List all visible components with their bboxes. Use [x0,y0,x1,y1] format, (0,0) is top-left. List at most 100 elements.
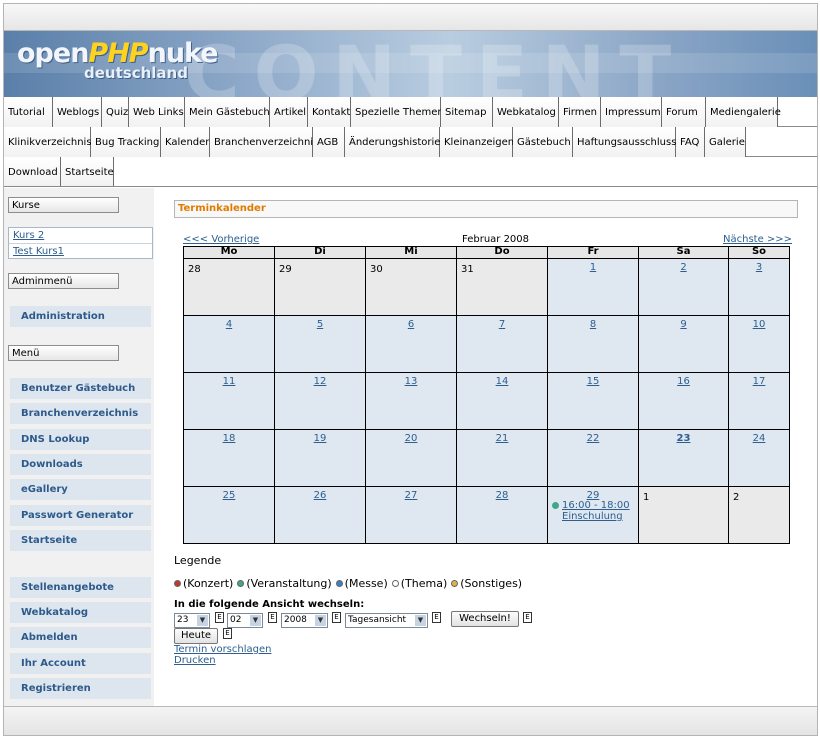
kurse-block-title[interactable]: Kurse [8,197,119,213]
calendar-day-cell[interactable]: 8 [548,316,638,372]
nav-link[interactable]: Kleinanzeigen [440,127,514,157]
event-time[interactable]: 16:00 - 18:00 [562,500,630,511]
day-number[interactable]: 13 [366,376,456,387]
day-number[interactable]: 27 [366,490,456,501]
day-number[interactable]: 16 [639,376,728,387]
day-number[interactable]: 18 [184,433,274,444]
calendar-day-cell[interactable]: 6 [366,316,456,372]
prev-month-link[interactable]: <<< Vorherige [183,234,259,245]
day-number[interactable]: 11 [184,376,274,387]
nav-link[interactable]: Haftungsausschluss [573,127,676,157]
sidebar-link[interactable]: Registrieren [10,678,151,699]
calendar-day-cell[interactable]: 28 [184,259,274,315]
calendar-day-cell[interactable]: 9 [639,316,728,372]
nav-link[interactable]: Kontakt [308,97,351,127]
calendar-day-cell[interactable]: 17 [729,373,789,429]
calendar-day-cell[interactable]: 18 [184,430,274,486]
nav-link[interactable]: Bug Tracking [91,127,161,157]
sidebar-link[interactable]: Webkatalog [10,602,151,623]
day-number[interactable]: 12 [275,376,365,387]
nav-link[interactable]: Branchenverzeichnis [210,127,318,157]
nav-link[interactable]: Klinikverzeichnis [4,127,92,157]
nav-link[interactable]: Artikel [270,97,308,127]
calendar-day-cell[interactable]: 3 [729,259,789,315]
sidebar-link[interactable]: Downloads [10,454,151,475]
day-number[interactable]: 10 [729,319,789,330]
calendar-day-cell[interactable]: 20 [366,430,456,486]
day-number[interactable]: 24 [729,433,789,444]
nav-link[interactable]: Gästebuch [513,127,573,157]
nav-link[interactable]: Tutorial [4,97,53,127]
calendar-day-cell[interactable]: 27 [366,487,456,543]
calendar-day-cell[interactable]: 13 [366,373,456,429]
day-number[interactable]: 25 [184,490,274,501]
calendar-day-cell[interactable]: 2 [639,259,728,315]
day-number[interactable]: 23 [639,433,728,444]
day-number[interactable]: 17 [729,376,789,387]
calendar-day-cell[interactable]: 16 [639,373,728,429]
year-select[interactable]: 2008 ▼ [281,613,328,628]
day-number[interactable]: 15 [548,376,638,387]
site-logo[interactable]: openPHPnuke deutschland [17,40,219,81]
calendar-day-cell[interactable]: 25 [184,487,274,543]
calendar-day-cell[interactable]: 1 [639,487,728,543]
calendar-day-cell[interactable]: 2 [729,487,789,543]
next-month-link[interactable]: Nächste >>> [723,234,792,245]
nav-link[interactable]: Mediengalerie [706,97,781,127]
nav-link[interactable]: AGB [313,127,345,157]
calendar-day-cell[interactable]: 4 [184,316,274,372]
calendar-day-cell[interactable]: 29 [275,259,365,315]
sidebar-link[interactable]: Stellenangebote [10,577,151,598]
sidebar-link[interactable]: Ihr Account [10,653,151,674]
calendar-day-cell[interactable]: 30 [366,259,456,315]
calendar-day-cell[interactable]: 11 [184,373,274,429]
day-number[interactable]: 21 [457,433,547,444]
nav-link[interactable]: Quiz [102,97,129,127]
calendar-day-cell[interactable]: 10 [729,316,789,372]
view-select[interactable]: Tagesansicht ▼ [345,613,428,628]
nav-link[interactable]: Download [4,157,61,186]
day-number[interactable]: 6 [366,319,456,330]
sidebar-link[interactable]: Branchenverzeichnis [10,403,151,424]
nav-link[interactable]: FAQ [676,127,705,157]
nav-link[interactable]: Galerie [705,127,746,157]
day-number[interactable]: 28 [457,490,547,501]
nav-link[interactable]: Firmen [559,97,601,127]
sidebar-link[interactable]: DNS Lookup [10,429,151,450]
kurs-link[interactable]: Test Kurs1 [9,243,152,258]
sidebar-link[interactable]: Benutzer Gästebuch [10,378,151,399]
calendar-day-cell[interactable]: 31 [457,259,547,315]
sidebar-link[interactable]: Passwort Generator [10,505,151,526]
nav-link[interactable]: Mein Gästebuch [185,97,270,127]
nav-link[interactable]: Sitemap [441,97,493,127]
day-number[interactable]: 2 [639,262,728,273]
nav-link[interactable]: Impressum [601,97,662,127]
nav-link[interactable]: Startseite [61,157,114,186]
day-number[interactable]: 5 [275,319,365,330]
menu-block-title[interactable]: Menü [8,345,119,361]
day-number[interactable]: 22 [548,433,638,444]
suggest-event-link[interactable]: Termin vorschlagen [174,644,271,655]
kurs-link[interactable]: Kurs 2 [9,228,152,243]
calendar-day-cell[interactable]: 15 [548,373,638,429]
calendar-day-cell[interactable]: 24 [729,430,789,486]
day-number[interactable]: 9 [639,319,728,330]
nav-link[interactable]: Webkatalog [493,97,559,127]
sidebar-link-administration[interactable]: Administration [10,306,151,327]
today-button[interactable]: Heute [174,628,218,644]
calendar-day-cell[interactable]: 5 [275,316,365,372]
day-number[interactable]: 1 [548,262,638,273]
calendar-day-cell[interactable]: 28 [457,487,547,543]
nav-link[interactable]: Web Links [129,97,185,127]
nav-link[interactable]: Weblogs [53,97,102,127]
day-number[interactable]: 19 [275,433,365,444]
calendar-day-cell[interactable]: 22 [548,430,638,486]
day-select[interactable]: 23 ▼ [174,613,210,628]
calendar-day-cell[interactable]: 1 [548,259,638,315]
event-title[interactable]: Einschulung [562,511,623,522]
sidebar-link[interactable]: Startseite [10,530,151,551]
nav-link[interactable]: Forum [662,97,706,127]
calendar-day-cell[interactable]: 19 [275,430,365,486]
day-number[interactable]: 8 [548,319,638,330]
day-number[interactable]: 7 [457,319,547,330]
